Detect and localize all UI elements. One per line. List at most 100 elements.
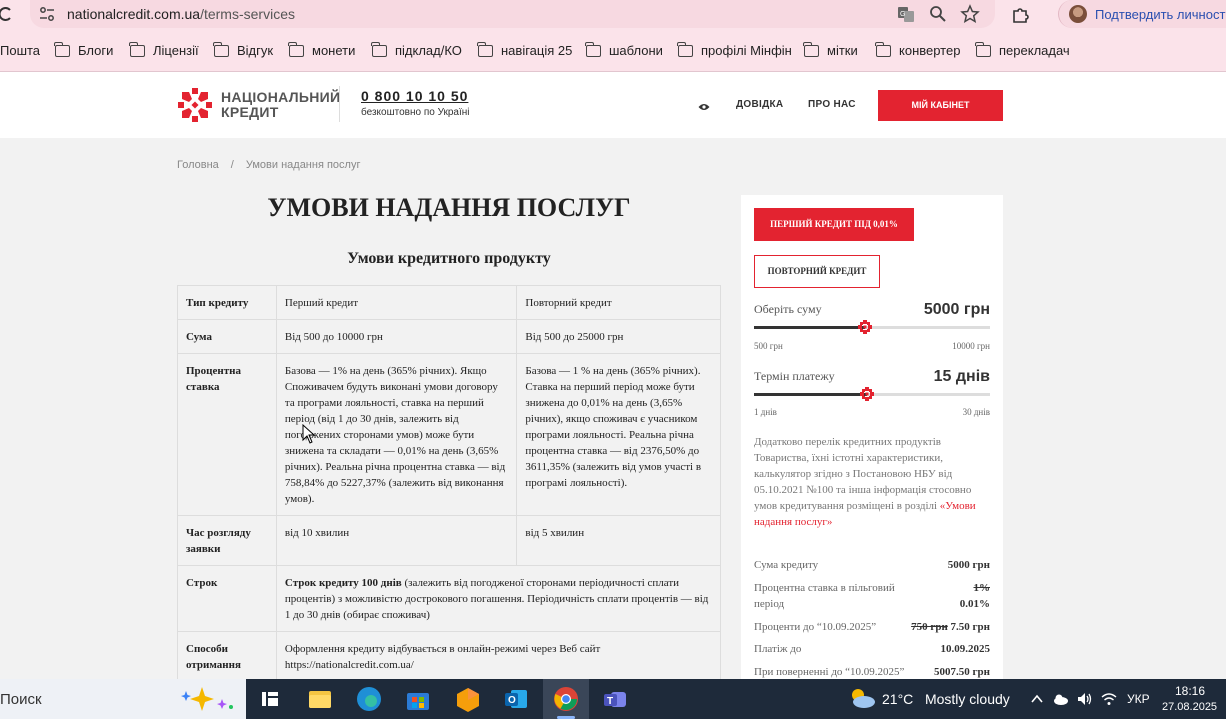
translate-icon[interactable]: G (896, 4, 916, 24)
breadcrumb-separator: / (230, 159, 234, 171)
cell-term: Строк кредиту 100 днів (залежить від пог… (275, 565, 722, 632)
amount-value: 5000 грн (923, 301, 990, 318)
teams-icon[interactable]: T (602, 686, 628, 712)
weather-widget[interactable]: 21°C Mostly cloudy (882, 691, 1010, 707)
term-label: Термін платежу (754, 369, 835, 383)
row-label: Тип кредиту (177, 285, 277, 320)
chevron-up-icon[interactable] (1030, 692, 1046, 706)
zoom-icon[interactable] (928, 4, 948, 24)
taskbar: Поиск O T 21°C Mostly cloudy УКР 18:16 2… (0, 679, 1226, 719)
site-info-icon[interactable] (38, 5, 56, 23)
eye-icon[interactable] (698, 99, 710, 110)
summary-value: 10.09.2025 (940, 643, 991, 655)
speaker-icon[interactable] (1077, 692, 1093, 706)
address-bar[interactable]: nationalcredit.com.ua/terms-services G (30, 0, 995, 28)
bookmark-folder[interactable]: підклад/КО (371, 41, 462, 58)
mouse-cursor-icon (302, 423, 316, 444)
folder-icon (585, 41, 601, 57)
edge-icon[interactable] (356, 686, 382, 712)
app-icon[interactable] (455, 686, 481, 712)
term-slider[interactable] (754, 387, 990, 401)
bookmark-item[interactable]: Пошта (0, 43, 40, 58)
store-icon[interactable] (405, 686, 431, 712)
breadcrumb: Головна / Умови надання послуг (177, 159, 360, 171)
bookmark-folder[interactable]: навігація 25 (477, 41, 572, 58)
chrome-icon[interactable] (553, 686, 579, 712)
file-explorer-icon[interactable] (307, 686, 333, 712)
amount-slider[interactable] (754, 320, 990, 334)
extensions-icon[interactable] (1011, 4, 1031, 24)
weather-cloud-icon[interactable] (848, 687, 876, 709)
phone-link[interactable]: 0 800 10 10 50 (361, 88, 468, 104)
bookmark-folder[interactable]: Ліцензії (129, 41, 199, 58)
row-label: Сума (177, 319, 277, 354)
folder-icon (288, 41, 304, 57)
wifi-icon[interactable] (1101, 692, 1117, 706)
logo-text[interactable]: НАЦІОНАЛЬНИЙ КРЕДИТ (221, 90, 340, 120)
task-view-icon[interactable] (257, 686, 283, 712)
sparkle-icon (176, 685, 236, 713)
amount-slider-handle[interactable] (857, 320, 872, 334)
url-text: nationalcredit.com.ua/terms-services (67, 6, 295, 22)
old-rate: 1% (973, 582, 991, 594)
svg-text:O: O (508, 695, 516, 706)
row-label: Час розгляду заявки (177, 515, 277, 566)
reload-icon[interactable] (0, 4, 12, 24)
bookmark-folder[interactable]: профілі Мінфін (677, 41, 792, 58)
nav-about[interactable]: ПРО НАС (808, 99, 856, 110)
taskbar-search[interactable]: Поиск (0, 679, 246, 719)
bookmarks-bar: Пошта Блоги Ліцензії Відгук монети підкл… (0, 30, 1226, 72)
nav-help[interactable]: ДОВІДКА (736, 99, 783, 110)
amount-min: 500 грн (754, 341, 783, 351)
cell-first-credit: Перший кредит (275, 285, 518, 320)
folder-icon (129, 41, 145, 57)
logo-line-2: КРЕДИТ (221, 104, 279, 120)
profile-button[interactable]: Подтвердить личность (1058, 0, 1226, 28)
bookmark-folder[interactable]: перекладач (975, 41, 1070, 58)
cell-repeat-credit: Повторний кредит (516, 285, 721, 320)
search-placeholder: Поиск (0, 691, 42, 708)
clock-time[interactable]: 18:16 (1175, 684, 1205, 698)
summary-label: Проценти до “10.09.2025” (754, 621, 877, 633)
folder-icon (803, 41, 819, 57)
bookmark-folder[interactable]: Блоги (54, 41, 113, 58)
temperature: 21°C (882, 691, 914, 707)
svg-text:G: G (900, 11, 905, 18)
term-max: 30 днів (962, 407, 990, 417)
first-credit-tab[interactable]: ПЕРШИЙ КРЕДИТ ПІД 0,01% (754, 208, 914, 241)
bookmark-star-icon[interactable] (960, 4, 980, 24)
note-text: Додатково перелік кредитних продуктів То… (754, 436, 972, 512)
bookmark-folder[interactable]: шаблони (585, 41, 663, 58)
onedrive-cloud-icon[interactable] (1053, 692, 1069, 706)
logo-ornament-icon[interactable] (178, 88, 212, 122)
cell-repeat-credit: від 5 хвилин (516, 515, 721, 566)
my-cabinet-button[interactable]: МІЙ КАБІНЕТ (878, 90, 1003, 121)
folder-icon (213, 41, 229, 57)
table-row: Строк Строк кредиту 100 днів (залежить в… (177, 565, 722, 632)
bookmark-folder[interactable]: мітки (803, 41, 858, 58)
site-header: НАЦІОНАЛЬНИЙ КРЕДИТ 0 800 10 10 50 безко… (0, 72, 1226, 138)
amount-max: 10000 грн (952, 341, 990, 351)
amount-slider-fill (754, 326, 865, 329)
row-label: Строк (177, 565, 277, 632)
row-label: Процентна ставка (177, 353, 277, 516)
clock-date[interactable]: 27.08.2025 (1162, 701, 1217, 713)
summary-value: 5000 грн (947, 559, 990, 571)
summary-value: 1% 0.01% (960, 580, 990, 612)
bookmark-folder[interactable]: Відгук (213, 41, 273, 58)
outlook-icon[interactable]: O (503, 686, 529, 712)
bookmark-folder[interactable]: монети (288, 41, 355, 58)
breadcrumb-home[interactable]: Головна (177, 159, 219, 171)
credit-calculator: ПЕРШИЙ КРЕДИТ ПІД 0,01% ПОВТОРНИЙ КРЕДИТ… (741, 195, 1003, 679)
language-indicator[interactable]: УКР (1127, 692, 1150, 706)
table-row: Сума Від 500 до 10000 грн Від 500 до 250… (177, 319, 721, 354)
term-slider-handle[interactable] (860, 387, 875, 401)
bookmark-folder[interactable]: конвертер (875, 41, 960, 58)
profile-label: Подтвердить личность (1095, 7, 1226, 22)
amount-label: Оберіть суму (754, 302, 822, 316)
summary-label: Процентна ставка в пільговий період (754, 582, 895, 610)
repeat-credit-tab[interactable]: ПОВТОРНИЙ КРЕДИТ (754, 255, 880, 288)
old-interest: 750 грн (911, 621, 948, 633)
page-title: УМОВИ НАДАННЯ ПОСЛУГ (267, 193, 631, 222)
cell-repeat-credit: Базова — 1 % на день (365% річних). Став… (516, 353, 721, 516)
